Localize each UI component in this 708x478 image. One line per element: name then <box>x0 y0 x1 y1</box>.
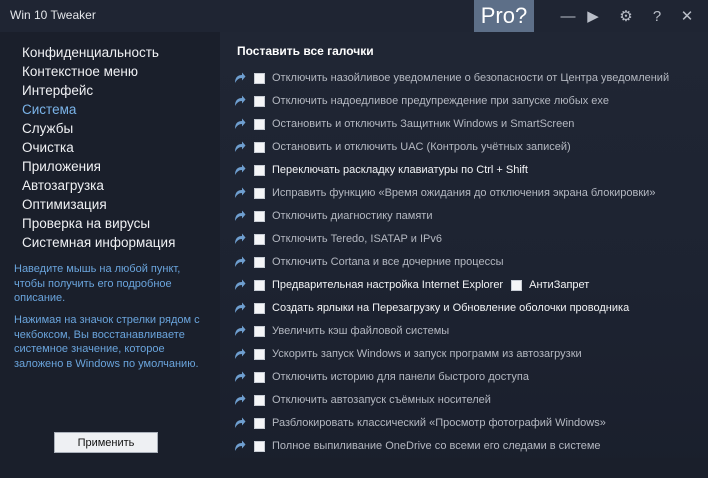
antizapret-label[interactable]: АнтиЗапрет <box>529 279 589 291</box>
tweak-checkbox[interactable] <box>254 348 265 360</box>
restore-default-arrow-icon[interactable] <box>232 94 246 108</box>
tweak-checkbox[interactable] <box>254 279 265 291</box>
restore-default-arrow-icon[interactable] <box>232 140 246 154</box>
tweak-row: Разблокировать классический «Просмотр фо… <box>232 414 606 432</box>
select-all-link[interactable]: Поставить все галочки <box>237 44 374 58</box>
sidebar <box>0 32 220 478</box>
sidebar-item-10[interactable]: Системная информация <box>22 235 175 250</box>
help-icon[interactable]: ? <box>646 6 668 26</box>
restore-default-arrow-icon[interactable] <box>232 71 246 85</box>
sidebar-item-5[interactable]: Очистка <box>22 140 74 155</box>
tweak-label[interactable]: Отключить надоедливое предупреждение при… <box>272 95 609 107</box>
play-icon[interactable]: ▶ <box>582 6 604 26</box>
tweak-checkbox[interactable] <box>254 302 265 314</box>
sidebar-item-4[interactable]: Службы <box>22 121 73 136</box>
tweak-checkbox[interactable] <box>254 256 265 268</box>
tweak-row: Отключить Cortana и все дочерние процесс… <box>232 253 504 271</box>
tweak-label[interactable]: Остановить и отключить Защитник Windows … <box>272 118 574 130</box>
tweak-label[interactable]: Отключить назойливое уведомление о безоп… <box>272 72 669 84</box>
tweak-row: Отключить назойливое уведомление о безоп… <box>232 69 669 87</box>
tweak-checkbox[interactable] <box>254 233 265 245</box>
tweak-label[interactable]: Увеличить кэш файловой системы <box>272 325 449 337</box>
sidebar-item-2[interactable]: Интерфейс <box>22 83 93 98</box>
apply-button[interactable]: Применить <box>54 432 158 453</box>
tweak-checkbox[interactable] <box>254 325 265 337</box>
tweak-row: Отключить автозапуск съёмных носителей <box>232 391 491 409</box>
restore-default-arrow-icon[interactable] <box>232 278 246 292</box>
restore-default-arrow-icon[interactable] <box>232 324 246 338</box>
close-icon[interactable]: ✕ <box>676 6 698 26</box>
tweak-label[interactable]: Отключить Cortana и все дочерние процесс… <box>272 256 504 268</box>
tweak-checkbox[interactable] <box>254 95 265 107</box>
restore-default-arrow-icon[interactable] <box>232 186 246 200</box>
tweak-row: Полное выпиливание OneDrive со всеми его… <box>232 437 601 455</box>
tweak-checkbox[interactable] <box>254 371 265 383</box>
tweak-checkbox[interactable] <box>254 141 265 153</box>
tweak-row: Отключить Teredo, ISATAP и IPv6 <box>232 230 442 248</box>
restore-default-arrow-icon[interactable] <box>232 393 246 407</box>
tweak-row: Предварительная настройка Internet Explo… <box>232 276 589 294</box>
sidebar-item-9[interactable]: Проверка на вирусы <box>22 216 150 231</box>
tweak-label[interactable]: Отключить Teredo, ISATAP и IPv6 <box>272 233 442 245</box>
tweak-label[interactable]: Полное выпиливание OneDrive со всеми его… <box>272 440 601 452</box>
tweak-checkbox[interactable] <box>254 187 265 199</box>
sidebar-item-1[interactable]: Контекстное меню <box>22 64 138 79</box>
tweak-label[interactable]: Исправить функцию «Время ожидания до отк… <box>272 187 655 199</box>
tweak-row: Отключить надоедливое предупреждение при… <box>232 92 609 110</box>
tweak-checkbox[interactable] <box>254 118 265 130</box>
minimize-icon[interactable]: — <box>557 6 579 26</box>
tweak-checkbox[interactable] <box>254 72 265 84</box>
tweak-label[interactable]: Предварительная настройка Internet Explo… <box>272 279 503 291</box>
tweak-row: Остановить и отключить Защитник Windows … <box>232 115 574 133</box>
tweak-label[interactable]: Отключить историю для панели быстрого до… <box>272 371 529 383</box>
tweak-label[interactable]: Разблокировать классический «Просмотр фо… <box>272 417 606 429</box>
tweak-row: Отключить диагностику памяти <box>232 207 433 225</box>
tweak-label[interactable]: Создать ярлыки на Перезагрузку и Обновле… <box>272 302 629 314</box>
restore-default-arrow-icon[interactable] <box>232 209 246 223</box>
tweak-checkbox[interactable] <box>254 210 265 222</box>
sidebar-item-7[interactable]: Автозагрузка <box>22 178 104 193</box>
tweak-row: Отключить историю для панели быстрого до… <box>232 368 529 386</box>
restore-default-arrow-icon[interactable] <box>232 232 246 246</box>
tweak-checkbox[interactable] <box>254 394 265 406</box>
sidebar-item-8[interactable]: Оптимизация <box>22 197 107 212</box>
restore-default-arrow-icon[interactable] <box>232 416 246 430</box>
restore-default-arrow-icon[interactable] <box>232 370 246 384</box>
tweak-label[interactable]: Переключать раскладку клавиатуры по Ctrl… <box>272 164 528 176</box>
tweak-label[interactable]: Ускорить запуск Windows и запуск програм… <box>272 348 582 360</box>
arrow-hint: Нажимая на значок стрелки рядом с чекбок… <box>14 314 200 370</box>
tweak-row: Создать ярлыки на Перезагрузку и Обновле… <box>232 299 629 317</box>
tweak-row: Исправить функцию «Время ожидания до отк… <box>232 184 655 202</box>
gear-icon[interactable]: ⚙ <box>615 6 637 26</box>
antizapret-option: АнтиЗапрет <box>511 279 589 291</box>
bottom-strip <box>0 458 708 478</box>
antizapret-checkbox[interactable] <box>511 279 523 291</box>
restore-default-arrow-icon[interactable] <box>232 117 246 131</box>
tweak-label[interactable]: Отключить диагностику памяти <box>272 210 433 222</box>
sidebar-item-0[interactable]: Конфиденциальность <box>22 45 159 60</box>
hover-hint: Наведите мышь на любой пункт, чтобы полу… <box>14 263 181 304</box>
tweak-row: Увеличить кэш файловой системы <box>232 322 449 340</box>
tweak-row: Остановить и отключить UAC (Контроль учё… <box>232 138 571 156</box>
tweak-row: Ускорить запуск Windows и запуск програм… <box>232 345 582 363</box>
restore-default-arrow-icon[interactable] <box>232 255 246 269</box>
tweak-checkbox[interactable] <box>254 417 265 429</box>
restore-default-arrow-icon[interactable] <box>232 163 246 177</box>
restore-default-arrow-icon[interactable] <box>232 301 246 315</box>
tweak-checkbox[interactable] <box>254 164 265 176</box>
tweak-label[interactable]: Отключить автозапуск съёмных носителей <box>272 394 491 406</box>
app-title: Win 10 Tweaker <box>10 8 96 22</box>
sidebar-item-3[interactable]: Система <box>22 102 76 117</box>
restore-default-arrow-icon[interactable] <box>232 347 246 361</box>
tweak-checkbox[interactable] <box>254 440 265 452</box>
tweak-row: Переключать раскладку клавиатуры по Ctrl… <box>232 161 528 179</box>
tweak-label[interactable]: Остановить и отключить UAC (Контроль учё… <box>272 141 571 153</box>
sidebar-item-6[interactable]: Приложения <box>22 159 101 174</box>
restore-default-arrow-icon[interactable] <box>232 439 246 453</box>
